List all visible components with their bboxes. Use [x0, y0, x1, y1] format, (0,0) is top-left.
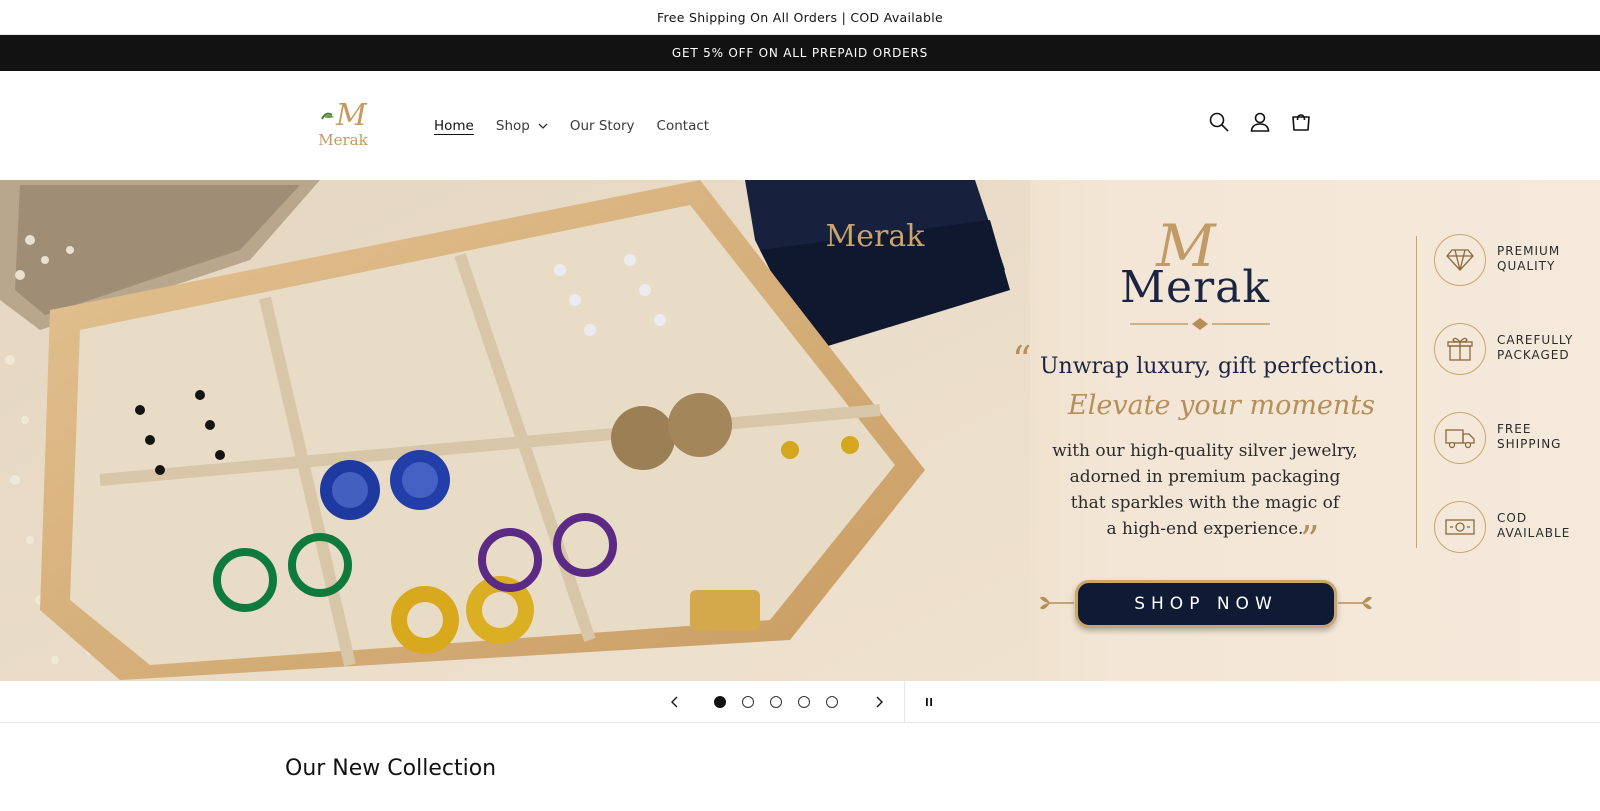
slideshow-controls — [0, 681, 1600, 723]
slide-dot[interactable] — [826, 696, 838, 708]
section-title: Our New Collection — [285, 756, 497, 781]
hero-body-line: that sparkles with the magic of — [1070, 493, 1340, 513]
leaf-ornament-icon — [1040, 596, 1074, 610]
promo-text: GET 5% OFF ON ALL PREPAID ORDERS — [671, 46, 929, 60]
feature-badge — [1434, 323, 1486, 375]
chevron-right-icon[interactable] — [872, 695, 886, 709]
pause-icon[interactable] — [922, 695, 936, 709]
site-logo[interactable]: M Merak — [312, 93, 374, 153]
feature-line2: QUALITY — [1497, 259, 1556, 273]
feature-line1: COD — [1497, 511, 1528, 525]
feature-label: FREE SHIPPING — [1497, 422, 1592, 452]
feature-label: PREMIUM QUALITY — [1497, 244, 1592, 274]
hero-body-line: a high-end experience. — [1106, 519, 1304, 539]
quote-close-glyph: ” — [1300, 518, 1320, 562]
feature-cod-available: COD AVAILABLE — [1434, 501, 1594, 553]
slide-dot[interactable] — [798, 696, 810, 708]
cash-icon — [1445, 519, 1475, 535]
nav-our-story[interactable]: Our Story — [570, 118, 635, 134]
cart-icon[interactable] — [1290, 111, 1312, 133]
gift-icon — [1447, 337, 1473, 361]
feature-line2: PACKAGED — [1497, 348, 1570, 362]
account-icon[interactable] — [1249, 111, 1271, 133]
slide-dots — [714, 696, 838, 708]
chevron-down-icon — [538, 123, 548, 129]
shop-now-area: SHOP NOW — [1040, 580, 1372, 628]
search-icon[interactable] — [1208, 111, 1230, 133]
truck-icon — [1445, 429, 1475, 449]
svg-text:M: M — [335, 98, 368, 133]
slide-dot[interactable] — [742, 696, 754, 708]
hero-script-line: Elevate your moments — [1068, 390, 1376, 421]
quote-open-glyph: “ — [1012, 338, 1032, 382]
nav-shop[interactable]: Shop — [496, 118, 548, 134]
feature-carefully-packaged: CAREFULLY PACKAGED — [1434, 323, 1594, 375]
feature-line1: FREE — [1497, 422, 1532, 436]
header-actions — [1208, 111, 1312, 133]
hero-headline: Unwrap luxury, gift perfection. — [1040, 354, 1385, 379]
feature-line1: CAREFULLY — [1497, 333, 1574, 347]
nav-home-label: Home — [434, 117, 474, 134]
hero-body: with our high-quality silver jewelry, ad… — [1040, 438, 1370, 542]
feature-premium-quality: PREMIUM QUALITY — [1434, 234, 1594, 286]
jewelry-box-photo: Merak — [0, 180, 1030, 681]
feature-free-shipping: FREE SHIPPING — [1434, 412, 1594, 464]
controls-separator — [904, 681, 905, 723]
nav-home[interactable]: Home — [434, 118, 474, 134]
slide-dot[interactable] — [770, 696, 782, 708]
brand-name: Merak — [1119, 262, 1271, 313]
features-divider — [1416, 236, 1417, 548]
box-brand-text: Merak — [826, 219, 926, 254]
announcement-bar: Free Shipping On All Orders | COD Availa… — [0, 0, 1600, 35]
hero-body-line: adorned in premium packaging — [1069, 467, 1341, 487]
feature-label: CAREFULLY PACKAGED — [1497, 333, 1592, 363]
announcement-text: Free Shipping On All Orders | COD Availa… — [656, 9, 944, 25]
nav-shop-label: Shop — [495, 117, 530, 134]
feature-line2: AVAILABLE — [1497, 526, 1571, 540]
main-nav: Home Shop Our Story Contact — [434, 71, 731, 180]
shop-now-button[interactable]: SHOP NOW — [1075, 580, 1337, 628]
hero-banner[interactable]: Merak M Merak “ Unwrap luxury, gift perf… — [0, 180, 1600, 681]
chevron-left-icon[interactable] — [668, 695, 682, 709]
nav-contact-label: Contact — [656, 117, 710, 134]
feature-badge — [1434, 234, 1486, 286]
feature-badge — [1434, 412, 1486, 464]
site-header: M Merak Home Shop Our Story Contact — [0, 71, 1600, 180]
feature-line2: SHIPPING — [1497, 437, 1562, 451]
hero-body-line: with our high-quality silver jewelry, — [1052, 441, 1358, 461]
nav-contact[interactable]: Contact — [657, 118, 710, 134]
feature-line1: PREMIUM — [1497, 244, 1561, 258]
diamond-icon — [1446, 249, 1474, 271]
slide-dot[interactable] — [714, 696, 726, 708]
ornament-divider-icon — [1130, 318, 1270, 330]
feature-label: COD AVAILABLE — [1497, 511, 1592, 541]
feature-badge — [1434, 501, 1486, 553]
nav-our-story-label: Our Story — [569, 117, 635, 134]
logo-wordmark: Merak — [318, 131, 368, 149]
promo-bar: GET 5% OFF ON ALL PREPAID ORDERS — [0, 35, 1600, 71]
leaf-ornament-icon — [1338, 596, 1372, 610]
